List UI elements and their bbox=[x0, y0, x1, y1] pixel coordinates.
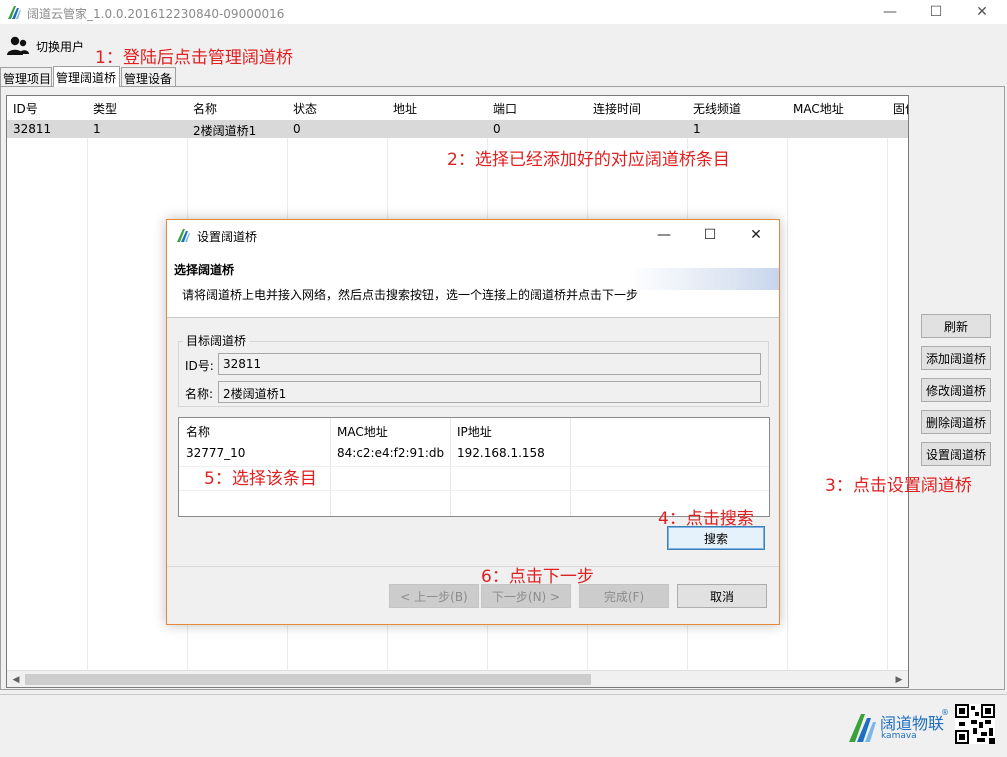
refresh-button[interactable]: 刷新 bbox=[921, 314, 991, 338]
tab-manage-device[interactable]: 管理设备 bbox=[121, 67, 176, 86]
window-title: 阔道云管家_1.0.0.201612230840-09000016 bbox=[27, 7, 285, 21]
close-button[interactable]: ✕ bbox=[959, 0, 1005, 24]
cell-wireless-channel: 1 bbox=[693, 122, 701, 136]
column-divider bbox=[570, 418, 571, 516]
cell-id: 32811 bbox=[13, 122, 52, 136]
cell-name: 2楼阔道桥1 bbox=[193, 124, 257, 138]
annotation-step-2: 2：选择已经添加好的对应阔道桥条目 bbox=[447, 150, 730, 170]
qr-code-icon bbox=[955, 704, 995, 744]
column-divider bbox=[787, 96, 788, 671]
next-button[interactable]: 下一步(N) > bbox=[481, 584, 571, 608]
list-header-ip[interactable]: IP地址 bbox=[450, 418, 570, 440]
kamava-logo-icon bbox=[177, 229, 190, 242]
switch-user-button[interactable]: 切换用户 bbox=[36, 38, 84, 55]
row-divider bbox=[179, 490, 769, 491]
cell-firmware bbox=[887, 120, 908, 138]
tab-manage-bridge[interactable]: 管理阔道桥 bbox=[53, 66, 120, 87]
users-icon[interactable] bbox=[6, 34, 30, 58]
cell-address bbox=[387, 120, 487, 138]
id-field: 32811 bbox=[218, 353, 761, 375]
annotation-step-1: 1：登陆后点击管理阔道桥 bbox=[95, 48, 293, 68]
header-decoration bbox=[629, 268, 779, 290]
dialog-header: 选择阔道桥 请将阔道桥上电并接入网络，然后点击搜索按钮，选一个连接上的阔道桥并点… bbox=[167, 250, 779, 318]
add-bridge-button[interactable]: 添加阔道桥 bbox=[921, 346, 991, 370]
table-row[interactable]: 32811 1 2楼阔道桥1 0 0 1 bbox=[7, 120, 908, 138]
name-field: 2楼阔道桥1 bbox=[218, 381, 761, 403]
cancel-button[interactable]: 取消 bbox=[677, 584, 767, 608]
column-divider bbox=[87, 96, 88, 671]
tab-manage-project[interactable]: 管理项目 bbox=[0, 67, 52, 86]
column-header-port[interactable]: 端口 bbox=[487, 96, 588, 120]
dialog-description: 请将阔道桥上电并接入网络，然后点击搜索按钮，选一个连接上的阔道桥并点击下一步 bbox=[182, 288, 639, 302]
maximize-button[interactable]: ☐ bbox=[913, 0, 959, 24]
list-item-name[interactable]: 32777_10 bbox=[179, 446, 245, 460]
group-label: 目标阔道桥 bbox=[183, 332, 250, 349]
configure-bridge-button[interactable]: 设置阔道桥 bbox=[921, 442, 991, 466]
brand-subtitle: kamava bbox=[881, 731, 917, 741]
column-divider bbox=[887, 96, 888, 671]
column-header-status[interactable]: 状态 bbox=[287, 96, 388, 120]
previous-button[interactable]: < 上一步(B) bbox=[389, 584, 479, 608]
dialog-minimize-button[interactable]: — bbox=[641, 222, 687, 248]
id-label: ID号: bbox=[185, 359, 214, 373]
list-header-name[interactable]: 名称 bbox=[179, 418, 330, 440]
cell-type: 1 bbox=[93, 122, 101, 136]
scroll-right-icon[interactable]: ▶ bbox=[891, 672, 907, 687]
cell-connect-time bbox=[587, 120, 687, 138]
search-button[interactable]: 搜索 bbox=[667, 526, 765, 550]
cell-status: 0 bbox=[293, 122, 301, 136]
column-header-name[interactable]: 名称 bbox=[187, 96, 288, 120]
column-header-wireless-channel[interactable]: 无线频道 bbox=[687, 96, 788, 120]
list-item-ip[interactable]: 192.168.1.158 bbox=[450, 446, 545, 460]
list-item-mac[interactable]: 84:c2:e4:f2:91:db bbox=[330, 446, 444, 460]
window-titlebar: 阔道云管家_1.0.0.201612230840-09000016 — ☐ ✕ bbox=[0, 0, 1007, 24]
brand-trademark: ® bbox=[941, 708, 949, 717]
list-header-mac[interactable]: MAC地址 bbox=[330, 418, 450, 440]
annotation-step-3: 3：点击设置阔道桥 bbox=[825, 476, 972, 496]
dialog-title: 设置阔道桥 bbox=[197, 230, 258, 244]
scrollbar-thumb[interactable] bbox=[25, 674, 591, 685]
configure-bridge-dialog: 设置阔道桥 — ☐ ✕ 选择阔道桥 请将阔道桥上电并接入网络，然后点击搜索按钮，… bbox=[166, 219, 780, 625]
cell-mac bbox=[787, 120, 887, 138]
column-header-id[interactable]: ID号 bbox=[7, 96, 88, 120]
finish-button[interactable]: 完成(F) bbox=[579, 584, 669, 608]
dialog-titlebar: 设置阔道桥 — ☐ ✕ bbox=[167, 220, 779, 250]
column-header-address[interactable]: 地址 bbox=[387, 96, 488, 120]
name-label: 名称: bbox=[185, 387, 214, 401]
scroll-left-icon[interactable]: ◀ bbox=[8, 672, 24, 687]
column-header-firmware[interactable]: 固件 bbox=[887, 96, 908, 120]
column-header-connect-time[interactable]: 连接时间 bbox=[587, 96, 688, 120]
dialog-separator bbox=[167, 566, 779, 567]
delete-bridge-button[interactable]: 删除阔道桥 bbox=[921, 410, 991, 434]
kamava-logo-icon bbox=[6, 4, 22, 20]
edit-bridge-button[interactable]: 修改阔道桥 bbox=[921, 378, 991, 402]
column-header-mac[interactable]: MAC地址 bbox=[787, 96, 888, 120]
footer-divider bbox=[0, 694, 1007, 695]
annotation-step-5: 5：选择该条目 bbox=[204, 469, 317, 489]
kamava-logo-icon bbox=[849, 714, 876, 742]
dialog-maximize-button[interactable]: ☐ bbox=[687, 222, 733, 248]
dialog-heading: 选择阔道桥 bbox=[174, 263, 235, 277]
column-header-type[interactable]: 类型 bbox=[87, 96, 188, 120]
cell-port: 0 bbox=[493, 122, 501, 136]
minimize-button[interactable]: — bbox=[867, 0, 913, 24]
dialog-close-button[interactable]: ✕ bbox=[733, 222, 779, 248]
horizontal-scrollbar[interactable]: ◀ ▶ bbox=[7, 670, 908, 687]
